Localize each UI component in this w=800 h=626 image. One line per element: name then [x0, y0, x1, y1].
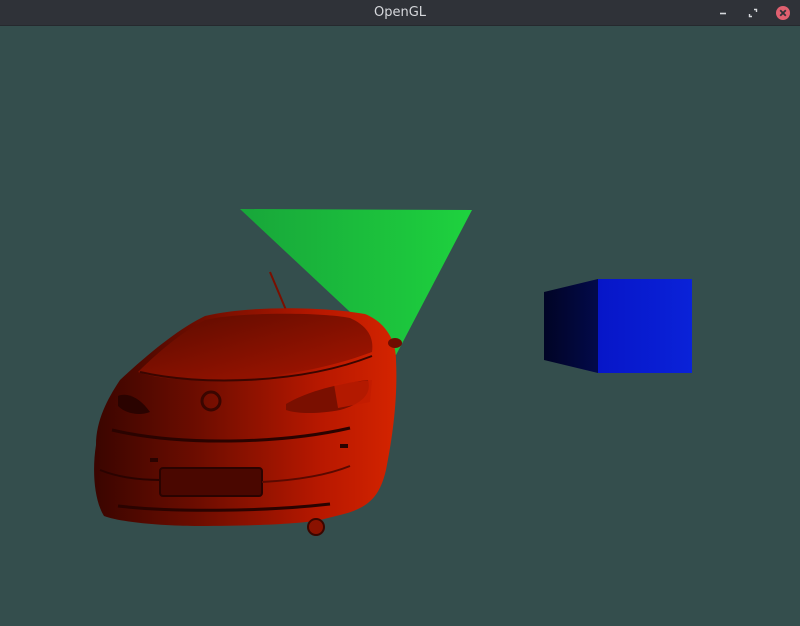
- minimize-button[interactable]: [715, 5, 731, 21]
- title-bar[interactable]: OpenGL: [0, 0, 800, 26]
- maximize-button[interactable]: [745, 5, 761, 21]
- close-icon: [776, 6, 790, 20]
- close-button[interactable]: [775, 5, 791, 21]
- blue-cube: [544, 279, 692, 373]
- window-title: OpenGL: [373, 5, 427, 20]
- maximize-icon: [748, 8, 758, 18]
- minimize-icon: [720, 12, 726, 15]
- render-viewport[interactable]: [0, 26, 800, 626]
- opengl-window: OpenGL: [0, 0, 800, 626]
